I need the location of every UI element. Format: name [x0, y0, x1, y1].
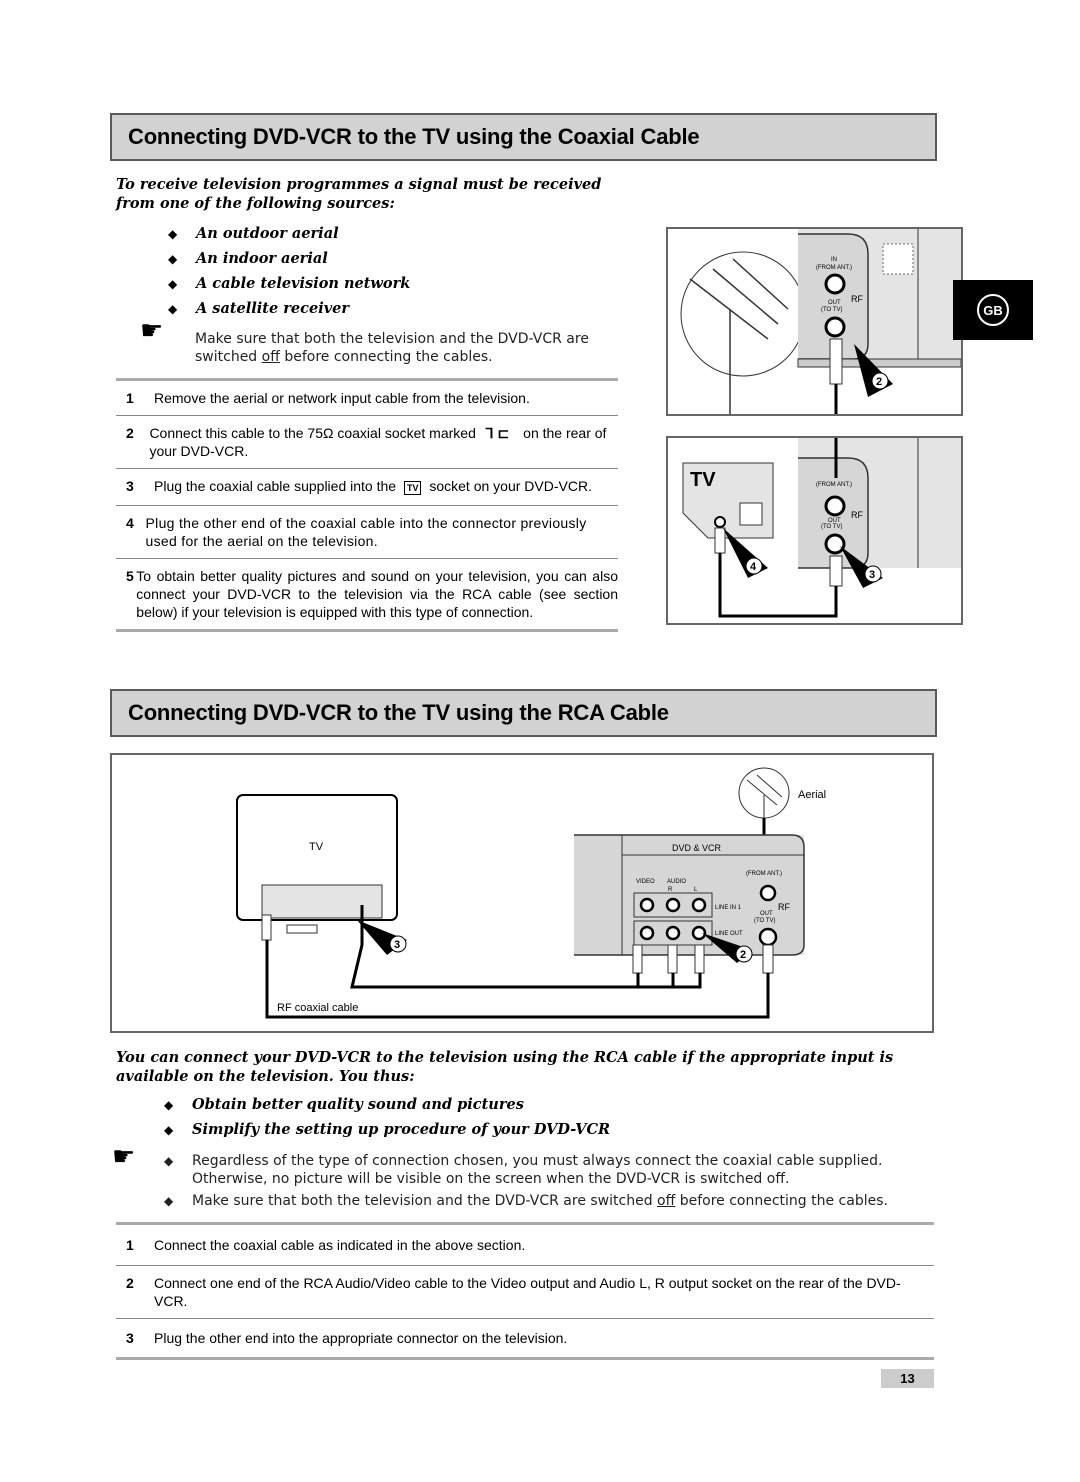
tv-connection-figure: TV (FROM ANT.) OUT (TO TV) RF 4 3 — [666, 436, 963, 625]
tv-socket-icon: TV — [403, 481, 422, 495]
list-item: ◆ Simplify the setting up procedure of yo… — [164, 1117, 610, 1142]
callout-2: 2 — [740, 949, 746, 961]
rf-in-socket — [824, 273, 846, 295]
svg-text:RF coaxial cable: RF coaxial cable — [277, 1002, 358, 1014]
callout-3: 3 — [394, 939, 400, 951]
diamond-icon: ◆ — [164, 1194, 174, 1208]
bullet-text: An indoor aerial — [196, 250, 328, 267]
section-title-rca: Connecting DVD-VCR to the TV using the R… — [110, 689, 937, 737]
bullet-text: An outdoor aerial — [196, 225, 339, 242]
diamond-icon: ◆ — [168, 276, 178, 291]
svg-text:(FROM ANT.): (FROM ANT.) — [816, 482, 852, 488]
svg-text:DVD & VCR: DVD & VCR — [672, 843, 722, 853]
aerial-connection-figure: IN (FROM ANT.) OUT (TO TV) RF 2 — [666, 227, 963, 416]
svg-text:Aerial: Aerial — [798, 789, 826, 801]
list-item: ◆ A satellite receiver — [168, 296, 410, 321]
diamond-icon: ◆ — [168, 226, 178, 241]
coax-plug — [829, 338, 843, 385]
step-3: 3 Plug the coaxial cable supplied into th… — [116, 468, 618, 505]
bullet-text: Obtain better quality sound and pictures — [192, 1096, 524, 1113]
diamond-icon: ◆ — [168, 251, 178, 266]
page-number: 13 — [881, 1369, 934, 1388]
diamond-icon: ◆ — [164, 1097, 174, 1112]
svg-text:OUT: OUT — [828, 300, 841, 306]
callout-3: 3 — [869, 569, 875, 581]
note-item: ◆ Regardless of the type of connection ch… — [164, 1153, 883, 1187]
step-2: 2 Connect one end of the RCA Audio/Video … — [116, 1265, 934, 1318]
aerial-illustration — [680, 251, 806, 377]
list-item: ◆ A cable television network — [168, 271, 410, 296]
svg-text:IN: IN — [831, 257, 837, 263]
svg-text:OUT: OUT — [760, 911, 773, 917]
diamond-icon: ◆ — [164, 1122, 174, 1137]
callout-2: 2 — [876, 376, 882, 388]
svg-text:RF: RF — [851, 510, 863, 520]
svg-text:(FROM ANT.): (FROM ANT.) — [746, 871, 782, 877]
rca-connection-figure: Aerial TV DVD & VCR VIDEO AUDIO R L LINE… — [110, 753, 934, 1033]
svg-text:LINE IN 1: LINE IN 1 — [715, 905, 742, 911]
list-item: ◆ An indoor aerial — [168, 246, 410, 271]
pointing-hand-icon: ☛ — [140, 315, 164, 345]
intro-text: To receive television programmes a signa… — [116, 176, 602, 212]
step-3: 3 Plug the other end into the appropriate… — [116, 1318, 934, 1360]
svg-text:(TO TV): (TO TV) — [821, 307, 842, 313]
list-item: ◆ Obtain better quality sound and picture… — [164, 1092, 610, 1117]
rf-out-socket — [824, 316, 846, 338]
svg-text:R: R — [668, 887, 673, 893]
pointing-hand-icon: ☛ — [112, 1141, 136, 1171]
step-2: 2 Connect this cable to the 75Ω coaxial s… — [116, 415, 618, 468]
svg-text:LINE OUT: LINE OUT — [715, 931, 743, 937]
language-tab: GB — [953, 280, 1033, 340]
list-item: ◆ An outdoor aerial — [168, 221, 410, 246]
step-1: 1 Remove the aerial or network input cabl… — [116, 378, 618, 415]
callout-4: 4 — [750, 561, 757, 573]
section-title-coaxial: Connecting DVD-VCR to the TV using the C… — [110, 113, 937, 161]
bullet-text: A cable television network — [196, 275, 411, 292]
diamond-icon: ◆ — [164, 1154, 174, 1168]
source-list: ◆ An outdoor aerial ◆ An indoor aerial ◆ A … — [168, 221, 410, 321]
svg-text:TV: TV — [309, 841, 324, 853]
svg-text:RF: RF — [851, 294, 863, 304]
steps-list: 1 Remove the aerial or network input cabl… — [116, 378, 618, 632]
antenna-socket-icon: ⅂⊏ — [485, 425, 514, 441]
step-1: 1 Connect the coaxial cable as indicated … — [116, 1222, 934, 1265]
svg-text:TV: TV — [690, 469, 716, 491]
rca-steps-list: 1 Connect the coaxial cable as indicated … — [116, 1222, 934, 1360]
step-4: 4 Plug the other end of the coaxial cable… — [116, 505, 618, 558]
note-text: Make sure that both the television and t… — [195, 331, 589, 365]
svg-text:(TO TV): (TO TV) — [754, 918, 775, 924]
bullet-text: A satellite receiver — [196, 300, 349, 317]
svg-text:RF: RF — [778, 902, 790, 912]
benefit-list: ◆ Obtain better quality sound and picture… — [164, 1092, 610, 1142]
bullet-text: Simplify the setting up procedure of you… — [192, 1121, 611, 1138]
svg-text:(FROM ANT.): (FROM ANT.) — [816, 265, 852, 271]
diamond-icon: ◆ — [168, 301, 178, 316]
note-item: ◆ Make sure that both the television and … — [164, 1193, 888, 1209]
rca-intro-text: You can connect your DVD-VCR to the tele… — [116, 1049, 894, 1085]
svg-text:AUDIO: AUDIO — [667, 879, 686, 885]
note-list: ◆ Regardless of the type of connection ch… — [164, 1152, 934, 1210]
svg-text:(TO TV): (TO TV) — [821, 524, 842, 530]
svg-text:VIDEO: VIDEO — [636, 879, 655, 885]
step-5: 5 To obtain better quality pictures and s… — [116, 558, 618, 632]
